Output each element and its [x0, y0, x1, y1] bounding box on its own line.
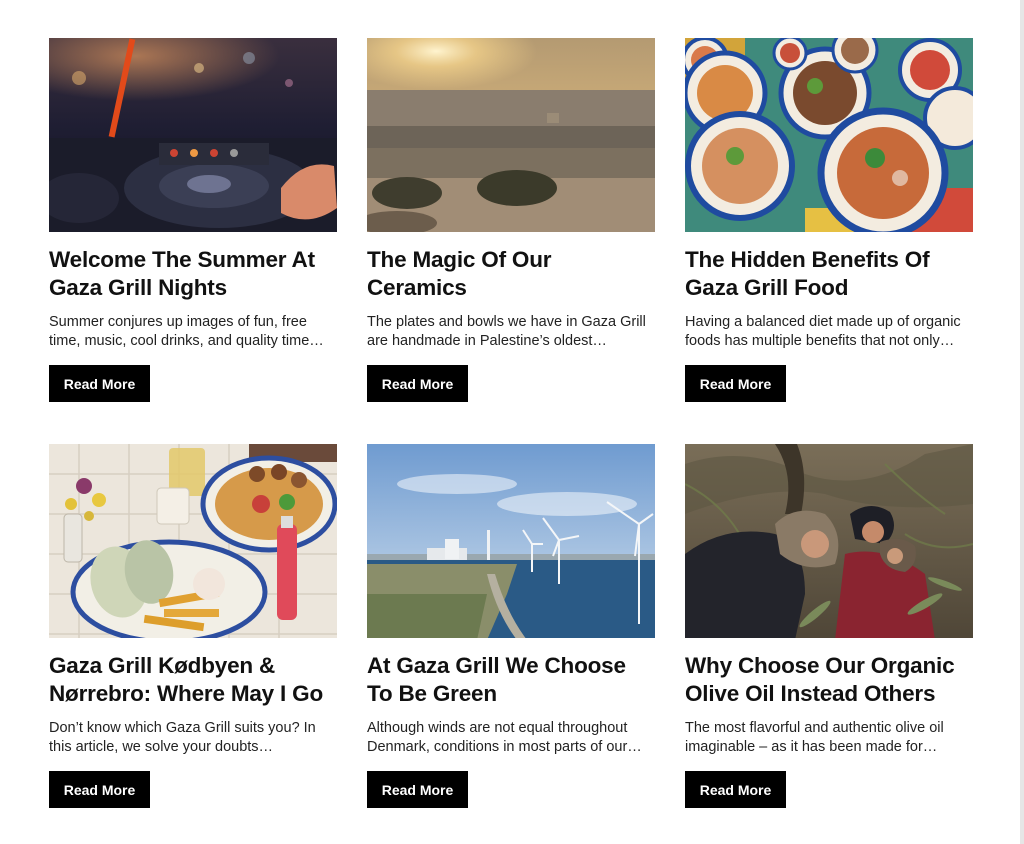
blog-page: Welcome The Summer At Gaza Grill Nights … [0, 0, 1024, 844]
article-image-wind-turbines[interactable] [367, 444, 655, 638]
article-grid: Welcome The Summer At Gaza Grill Nights … [49, 38, 973, 808]
article-image-jerusalem-sunset[interactable] [367, 38, 655, 232]
article-card: The Hidden Benefits Of Gaza Grill Food H… [685, 38, 973, 402]
article-image-food-bowls[interactable] [685, 38, 973, 232]
dj-turntable-photo [49, 38, 337, 232]
article-excerpt: The most flavorful and authentic olive o… [685, 719, 944, 756]
read-more-button[interactable]: Read More [49, 365, 150, 402]
read-more-button[interactable]: Read More [49, 771, 150, 808]
article-excerpt: Although winds are not equal throughout … [367, 719, 642, 756]
article-title[interactable]: Gaza Grill Kødbyen & Nørrebro: Where May… [49, 652, 337, 709]
article-image-olive-harvest[interactable] [685, 444, 973, 638]
article-card: The Magic Of Our Ceramics The plates and… [367, 38, 655, 402]
article-card: At Gaza Grill We Choose To Be Green Alth… [367, 444, 655, 808]
article-title[interactable]: Why Choose Our Organic Olive Oil Instead… [685, 652, 973, 709]
read-more-button[interactable]: Read More [685, 771, 786, 808]
article-title[interactable]: The Hidden Benefits Of Gaza Grill Food [685, 246, 973, 303]
article-card: Why Choose Our Organic Olive Oil Instead… [685, 444, 973, 808]
article-excerpt: Summer conjures up images of fun, free t… [49, 313, 324, 350]
article-card: Gaza Grill Kødbyen & Nørrebro: Where May… [49, 444, 337, 808]
article-image-falafel-plate[interactable] [49, 444, 337, 638]
article-excerpt: Having a balanced diet made up of organi… [685, 313, 961, 350]
article-title[interactable]: At Gaza Grill We Choose To Be Green [367, 652, 655, 709]
article-card: Welcome The Summer At Gaza Grill Nights … [49, 38, 337, 402]
article-title[interactable]: The Magic Of Our Ceramics [367, 246, 655, 303]
article-excerpt: Don’t know which Gaza Grill suits you? I… [49, 719, 316, 756]
scrollbar-track[interactable] [1020, 0, 1024, 844]
falafel-plate-photo [49, 444, 337, 638]
article-excerpt: The plates and bowls we have in Gaza Gri… [367, 313, 646, 350]
article-title[interactable]: Welcome The Summer At Gaza Grill Nights [49, 246, 337, 303]
read-more-button[interactable]: Read More [685, 365, 786, 402]
olive-harvest-photo [685, 444, 973, 638]
read-more-button[interactable]: Read More [367, 771, 468, 808]
wind-turbines-photo [367, 444, 655, 638]
jerusalem-sunset-photo [367, 38, 655, 232]
read-more-button[interactable]: Read More [367, 365, 468, 402]
food-bowls-photo [685, 38, 973, 232]
article-image-dj-turntable[interactable] [49, 38, 337, 232]
